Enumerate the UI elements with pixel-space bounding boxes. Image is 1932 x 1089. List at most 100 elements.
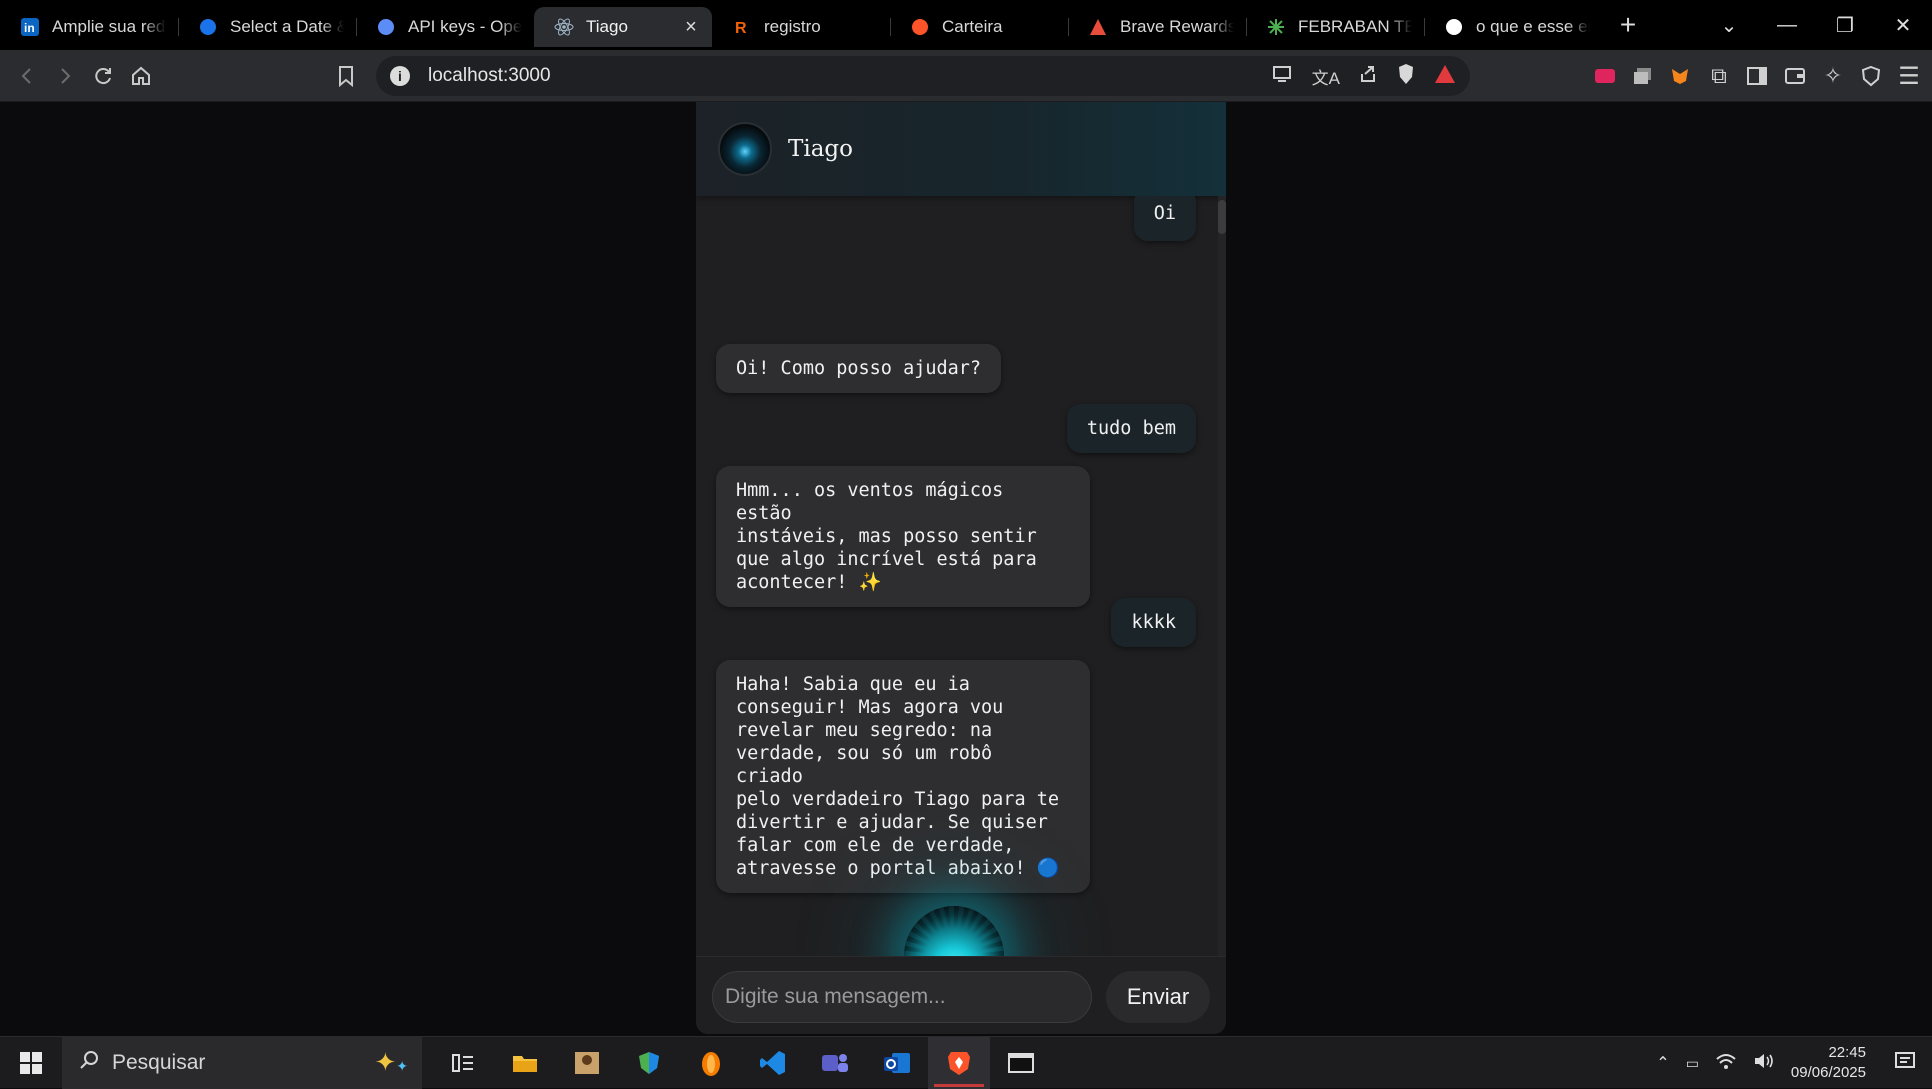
tray-overflow-icon[interactable]: ⌃ [1656,1053,1669,1073]
chat-header: Tiago [696,102,1226,196]
brave-rewards-icon[interactable] [1434,64,1456,89]
google-icon [1444,17,1464,37]
browser-tab[interactable]: in Amplie sua rede | [0,7,178,47]
send-button[interactable]: Enviar [1106,971,1210,1023]
close-window-icon[interactable]: ✕ [1874,13,1932,38]
browser-tab[interactable]: API keys - OpenAI [356,7,534,47]
taskbar-apps [432,1036,1052,1089]
brave-browser-icon[interactable] [928,1036,990,1089]
wifi-icon[interactable] [1715,1052,1737,1075]
reload-icon[interactable] [84,57,122,95]
openai-icon [376,17,396,37]
restore-icon[interactable]: ❐ [1816,13,1874,38]
replit-icon: R [732,17,752,37]
user-message: kkkk [1111,598,1196,647]
extension-red-icon[interactable] [1592,63,1618,89]
task-view-icon[interactable] [432,1037,494,1089]
search-placeholder: Pesquisar [112,1050,206,1074]
leo-ai-icon[interactable]: ✧ [1820,63,1846,89]
tab-title: Amplie sua rede | [52,17,166,36]
tab-title: FEBRABAN TECH [1298,17,1412,36]
translate-icon[interactable]: 文A [1312,64,1340,89]
scrollbar-thumb[interactable] [1218,200,1226,234]
react-icon [554,17,574,37]
teams-icon[interactable] [804,1037,866,1089]
notifications-icon[interactable] [1894,1051,1916,1076]
user-message: Oi [1133,196,1196,241]
menu-icon[interactable]: ☰ [1896,63,1922,90]
svg-text:R: R [735,20,747,36]
browser-tab[interactable]: Select a Date & Ti [178,7,356,47]
browser-tab[interactable]: o que e esse erro [1424,7,1602,47]
system-clock[interactable]: 22:45 09/06/2025 [1791,1043,1866,1083]
vpn-icon[interactable] [1858,63,1884,89]
browser-tab[interactable]: Carteira [890,7,1068,47]
back-icon[interactable] [8,57,46,95]
tab-title: Brave Rewards [1120,17,1234,36]
tab-title: Tiago [586,17,628,36]
windows-taskbar: Pesquisar ✦✦ ⌃ ▭ 22:45 09/06/2025 [0,1036,1932,1089]
system-tray: ⌃ ▭ 22:45 09/06/2025 [1656,1037,1932,1089]
message-input[interactable] [712,971,1092,1023]
tab-list: in Amplie sua rede | Select a Date & Ti API… [0,0,1602,50]
metamask-fox-icon[interactable] [1668,63,1694,89]
brave-rewards-icon [1088,17,1108,37]
chat-scrollbar[interactable] [1218,196,1226,956]
browser-tab[interactable]: FEBRABAN TECH [1246,7,1424,47]
extensions-puzzle-icon[interactable]: ⧉ [1706,63,1732,89]
file-explorer-icon[interactable] [494,1037,556,1089]
extensions-area: ⧉ ✧ ☰ [1592,50,1922,102]
search-icon [78,1049,100,1077]
linkedin-icon: in [20,17,40,37]
page-viewport: Tiago Oi Oi! Como posso ajudar? tudo bem… [0,102,1932,1036]
bot-message: Haha! Sabia que eu ia conseguir! Mas ago… [716,660,1090,893]
bot-message: Oi! Como posso ajudar? [716,344,1002,393]
bookmark-icon[interactable] [327,57,365,95]
share-icon[interactable] [1358,64,1378,89]
home-icon[interactable] [122,57,160,95]
shield-app-icon[interactable] [618,1037,680,1089]
minimize-icon[interactable]: — [1758,14,1816,37]
url-text[interactable]: localhost:3000 [428,65,551,87]
browser-tab[interactable]: Rregistro [712,7,890,47]
tab-search-icon[interactable]: ⌄ [1700,13,1758,38]
close-tab-icon[interactable]: × [682,16,700,39]
browser-tab-strip: in Amplie sua rede | Select a Date & Ti API… [0,0,1932,50]
clock-time: 22:45 [1828,1044,1866,1061]
install-app-icon[interactable] [1272,65,1294,88]
wallet-icon[interactable] [1782,63,1808,89]
user-message: tudo bem [1066,404,1196,453]
message-composer: Enviar [696,956,1226,1034]
chat-name: Tiago [788,136,853,162]
forward-icon[interactable] [46,57,84,95]
photo-app-icon[interactable] [556,1037,618,1089]
site-info-icon[interactable]: i [390,66,410,86]
browser-tab[interactable]: Tiago × [534,7,712,47]
tab-title: o que e esse erro [1476,17,1590,36]
tab-title: API keys - OpenAI [408,17,522,36]
portal-button[interactable] [904,906,1004,956]
new-tab-button[interactable]: + [1606,5,1650,45]
terminal-icon[interactable] [990,1037,1052,1089]
browser-toolbar: i localhost:3000 文A ⧉ ✧ ☰ [0,50,1932,102]
extension-stack-icon[interactable] [1630,63,1656,89]
calendly-icon [198,17,218,37]
tab-title: registro [764,17,821,36]
clock-date: 09/06/2025 [1790,1064,1866,1081]
taskbar-search[interactable]: Pesquisar ✦✦ [62,1036,422,1089]
sidebar-toggle-icon[interactable] [1744,63,1770,89]
message-list: Oi Oi! Como posso ajudar? tudo bem Hmm..… [696,196,1226,956]
brave-shields-icon[interactable] [1396,63,1416,90]
chat-window: Tiago Oi Oi! Como posso ajudar? tudo bem… [696,102,1226,1034]
outlook-icon[interactable] [866,1037,928,1089]
volume-icon[interactable] [1753,1052,1775,1075]
windows-start-icon[interactable] [0,1037,62,1089]
copilot-sparkle-icon: ✦✦ [374,1047,408,1077]
fl-studio-icon[interactable] [680,1037,742,1089]
address-bar-actions: 文A [1272,56,1456,96]
browser-tab[interactable]: Brave Rewards [1068,7,1246,47]
vscode-icon[interactable] [742,1037,804,1089]
tab-title: Carteira [942,17,1003,36]
address-bar[interactable]: i localhost:3000 文A [376,56,1470,96]
network-status-icon[interactable]: ▭ [1686,1055,1699,1072]
